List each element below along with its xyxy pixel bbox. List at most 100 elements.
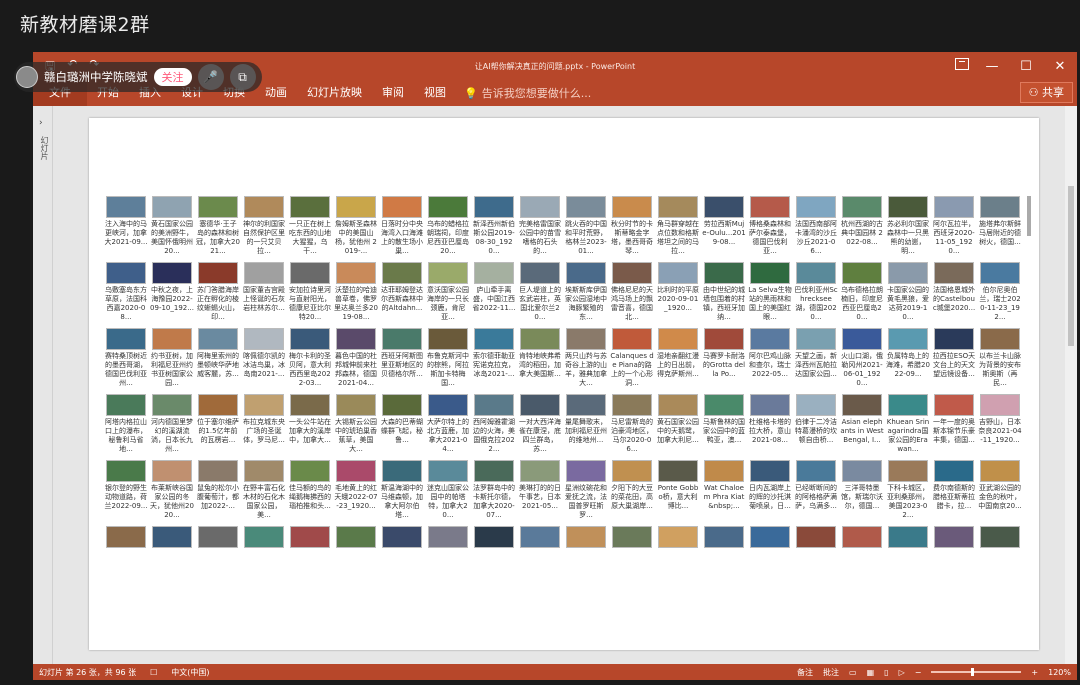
file-item[interactable]: 杜维格卡塔的拉大桥，意山2021-08... (747, 394, 793, 460)
file-item[interactable]: 法国西南部阿卡潘湾的沙丘沙丘2021-06... (793, 196, 839, 262)
file-item[interactable] (793, 526, 839, 568)
file-item[interactable]: 新泽西州新伯斯公园2019-08-30_1920... (471, 196, 517, 262)
file-item[interactable]: 费尔南德斯的腊格亚斯蒂拉腊卡，拉... (931, 460, 977, 526)
file-item[interactable]: Asian elephants in West Bengal, I... (839, 394, 885, 460)
file-item[interactable]: 黄石国家公园中的天鹅鹭，加拿大利尼... (655, 394, 701, 460)
file-item[interactable]: 赛特桑顶树近的墨西哥湖，德国巴伐利亚州... (103, 328, 149, 394)
file-item[interactable] (287, 526, 333, 568)
expand-arrow-icon[interactable]: › (39, 118, 43, 128)
file-item[interactable]: 跳火吞的中国和平时荒野，格林兰2023-01... (563, 196, 609, 262)
file-item[interactable]: 西班牙阿斯图里亚斯地区的贝德格尔所... (379, 328, 425, 394)
file-item[interactable]: 埃斯斯库伊国家公园湿地中海豚繁殖的东... (563, 262, 609, 328)
file-item[interactable]: 乌布德格拉朗楠旧，印度尼西亚巴厘岛20... (839, 262, 885, 328)
vertical-scrollbar[interactable] (1065, 106, 1077, 664)
file-item[interactable]: 詹姆斯圣森林中的美国山杨，犹他州 2019-... (333, 196, 379, 262)
file-item[interactable]: 秋分时节的卡斯蒂略金字塔，墨西哥奇琴... (609, 196, 655, 262)
file-item[interactable]: 一只正在树上吃东西的山地大猩猩，乌干... (287, 196, 333, 262)
sorter-view-icon[interactable]: ▦ (867, 668, 875, 677)
close-button[interactable]: ✕ (1043, 52, 1077, 80)
file-item[interactable] (563, 526, 609, 568)
current-slide[interactable]: 注入海中的马更峡河，加拿大2021-09... 黄石国家公园的美洲野牛，美国怀俄明… (89, 118, 1039, 650)
file-item[interactable] (977, 526, 1023, 568)
file-item[interactable]: Calanques de Piana的路上的一个心形洞... (609, 328, 655, 394)
file-item[interactable]: 马尼雷斯岛的泊豪湾地区，马尔2020-06... (609, 394, 655, 460)
file-item[interactable]: 湿地亲翻红漫上的日出前，得克萨斯州... (655, 328, 701, 394)
file-item[interactable] (609, 526, 655, 568)
file-item[interactable]: 法国格恩城外的Castelbouc城堡2020... (931, 262, 977, 328)
ribbon-display-options-icon[interactable] (955, 58, 969, 70)
file-item[interactable]: 三洋哥特墨馆，斯瑞尔沃尔，德国... (839, 460, 885, 526)
file-item[interactable] (333, 526, 379, 568)
file-item[interactable]: 斯温海湖中的马维森顿，加拿大阿尔伯塔... (379, 460, 425, 526)
file-item[interactable]: 天望之画，新泽西州瓦帕拉达国家公园... (793, 328, 839, 394)
file-item[interactable]: 在野丰富石化木材的石化木国家公园，美... (241, 460, 287, 526)
file-item[interactable]: 劳拉西斯Muje-Oulu...2019-08... (701, 196, 747, 262)
tab-view[interactable]: 视图 (414, 80, 456, 106)
avatar[interactable] (16, 66, 38, 88)
file-item[interactable]: 达菲耶姆登达尔西斯森林中的Altdahn... (379, 262, 425, 328)
notes-button[interactable]: 备注 (797, 667, 813, 678)
file-item[interactable]: 约书亚树，加利福尼亚州约书亚树国家公园... (149, 328, 195, 394)
file-item[interactable] (149, 526, 195, 568)
file-item[interactable]: 黄石国家公园的美洲野牛，美国怀俄明州20... (149, 196, 195, 262)
file-item[interactable]: 一对大西洋海雀在康涅，底四兰群岛，苏... (517, 394, 563, 460)
file-item[interactable]: 夕阳下的大豆的菜花田，高原大巢湖岸... (609, 460, 655, 526)
file-item[interactable]: 吉野山，日本奈良2021-04-11_1920... (977, 394, 1023, 460)
file-item[interactable]: 苏门答腊海岸正在孵化的棱纹蜥蜴火山，印... (195, 262, 241, 328)
file-item[interactable]: 银尔登的野生动物道路，荷兰2022-09... (103, 460, 149, 526)
follow-button[interactable]: 关注 (153, 68, 192, 86)
spellcheck-icon[interactable]: ☐ (150, 668, 157, 677)
file-item[interactable]: 日内瓦湖岸上的辉的沙托淇菊喷泉，日... (747, 460, 793, 526)
tab-review[interactable]: 审阅 (372, 80, 414, 106)
file-item[interactable] (839, 526, 885, 568)
file-item[interactable] (241, 526, 287, 568)
file-item[interactable]: 法罗群岛中的卡斯托尔德，加拿大2020-07... (471, 460, 517, 526)
file-item[interactable]: 伯尔尼奥伯兰，瑞士2020-11-23_192... (977, 262, 1023, 328)
file-item[interactable]: 博格桑森林和萨尔泰森堡，德国巴伐利亚... (747, 196, 793, 262)
file-item[interactable] (885, 526, 931, 568)
file-item[interactable]: 意沃国家公园海岸的一只长颈鹿，肯尼亚... (425, 262, 471, 328)
file-item[interactable]: 巨人堤道上的玄武岩柱，英国北爱尔兰20... (517, 262, 563, 328)
file-item[interactable]: 布莱斯峡谷国家公园的冬天，犹他州2020... (149, 460, 195, 526)
file-item[interactable]: 乌布的蜡格拉朝瑞祠，印度尼西亚巴厘岛20... (425, 196, 471, 262)
file-item[interactable]: 乌敷塞岛东方草原，法国科西嘉2020-08... (103, 262, 149, 328)
file-item[interactable]: 佛格尼尼的天鸿马场上的飘雷音喜，德国北... (609, 262, 655, 328)
reading-view-icon[interactable]: ▯ (884, 668, 888, 677)
file-item[interactable] (103, 526, 149, 568)
zoom-out-icon[interactable]: − (915, 668, 922, 677)
file-item[interactable]: 暮色中国的杜邦城伸前来杜邦森林，德国2021-04... (333, 328, 379, 394)
file-item[interactable]: 杭州西湖的古典中国园林 2022-08... (839, 196, 885, 262)
file-item[interactable]: 已经断断间的的阿格格萨满萨，乌满多... (793, 460, 839, 526)
file-item[interactable]: 大森的巴蒂蝴蝶群飞起，秘鲁... (379, 394, 425, 460)
file-item[interactable]: 下科卡城区，亚利桑那州，美国2023-02... (885, 460, 931, 526)
file-item[interactable] (931, 526, 977, 568)
file-item[interactable]: La Selva生物站的黑雨林和国上的美国红眼... (747, 262, 793, 328)
file-item[interactable]: 由中世纪的城墙包围着的村镇，西班牙加纳... (701, 262, 747, 328)
share-button[interactable]: ⚇ 共享 (1019, 82, 1073, 103)
file-item[interactable]: 喀佩德尔凯的冰洁鸟巢，冰岛南2021-... (241, 328, 287, 394)
file-item[interactable]: 亚武湖公园的金色的秋叶，中国南京20... (977, 460, 1023, 526)
file-item[interactable]: 日落时分中央海湾入口海滩上的散生场小巢... (379, 196, 425, 262)
file-item[interactable]: 西阿姆雅霍湖边的火海，美国俄克拉2022... (471, 394, 517, 460)
file-item[interactable] (701, 526, 747, 568)
file-item[interactable] (425, 526, 471, 568)
file-item[interactable]: 美琳打的的日午事艺，日本2021-05... (517, 460, 563, 526)
file-item[interactable] (517, 526, 563, 568)
file-item[interactable]: Khuean Srinagarindra国家公园的Erawan... (885, 394, 931, 460)
file-item[interactable]: 布鲁克斯河中的棕熊，阿拉斯加卡特梅国... (425, 328, 471, 394)
file-item[interactable]: Wat Chaloem Phra Kiat&nbsp;... (701, 460, 747, 526)
file-item[interactable]: 负属特岛上的海滩，希腊2022-09... (885, 328, 931, 394)
file-item[interactable]: 以布兰卡山脉为背景的安布斯奥斯（再民... (977, 328, 1023, 394)
normal-view-icon[interactable]: ▭ (849, 668, 857, 677)
file-item[interactable] (195, 526, 241, 568)
file-item[interactable]: 一年一度的奥斯本锦节乐豪丰集，德国... (931, 394, 977, 460)
microphone-icon[interactable]: 🎤 (197, 64, 224, 90)
file-item[interactable]: 两只山羚与苏奇谷上游的山羊，雅典加拿大... (563, 328, 609, 394)
file-item[interactable]: 火山口湖，俄勒冈州2021-06-01_1920... (839, 328, 885, 394)
file-item[interactable]: 索尔德菲勒亚宪诺克拉克，冰岛2021-... (471, 328, 517, 394)
zoom-in-icon[interactable]: + (1031, 668, 1038, 677)
file-item[interactable]: 迷克山国家公园中的帕塔特，加拿大20... (425, 460, 471, 526)
file-item[interactable]: 角马群穿越在点位数和格斯塔坦之间的马拉... (655, 196, 701, 262)
grid-scrollbar[interactable] (1027, 196, 1031, 236)
comments-button[interactable]: 批注 (823, 667, 839, 678)
